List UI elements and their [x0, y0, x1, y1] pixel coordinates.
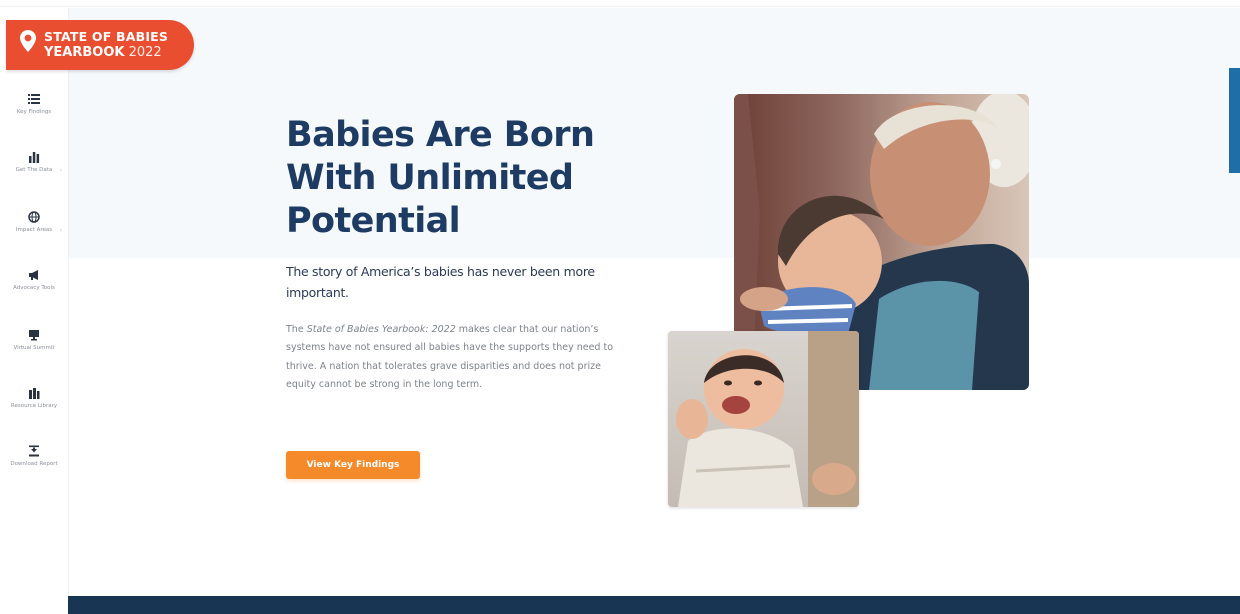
logo-year: 2022: [128, 45, 162, 60]
sidebar-item-get-the-data[interactable]: Get The Data ›: [6, 151, 62, 201]
sidebar-item-virtual-summit[interactable]: Virtual Summit: [6, 329, 62, 379]
sidebar-item-label: Advocacy Tools: [13, 285, 55, 291]
sidebar-item-key-findings[interactable]: Key Findings: [6, 93, 62, 143]
chevron-right-icon: ›: [59, 167, 62, 174]
hero-body: The State of Babies Yearbook: 2022 makes…: [286, 321, 616, 394]
bar-chart-icon: [29, 152, 40, 163]
top-border: [0, 0, 1240, 7]
footer-band: [68, 596, 1240, 614]
sidebar-item-label: Resource Library: [10, 403, 58, 409]
megaphone-icon: [29, 270, 38, 280]
download-icon: [29, 445, 39, 457]
sidebar-item-label: Virtual Summit: [13, 345, 55, 351]
laughing-baby-image: [668, 331, 859, 507]
hero-body-prefix: The: [286, 324, 307, 335]
sidebar-item-advocacy-tools[interactable]: Advocacy Tools: [6, 269, 62, 319]
chevron-right-icon: ›: [59, 227, 62, 234]
laughing-baby-photo: [668, 331, 859, 507]
hero-headline: Babies Are Born With Unlimited Potential: [286, 115, 595, 241]
logo-line1: STATE OF BABIES: [44, 29, 169, 44]
map-pin-icon: [20, 30, 36, 52]
monitor-icon: [29, 330, 39, 341]
globe-icon: [28, 211, 40, 223]
view-key-findings-button[interactable]: View Key Findings: [286, 451, 420, 479]
site-logo[interactable]: STATE OF BABIES YEARBOOK 2022: [6, 20, 194, 70]
list-icon: [28, 94, 40, 104]
logo-yearbook: YEARBOOK: [44, 45, 125, 60]
sidebar-item-label: Impact Areas: [15, 227, 53, 233]
sidebar-item-label: Download Report: [10, 461, 58, 467]
side-feedback-widget[interactable]: [1229, 68, 1240, 173]
hero-body-report-title: State of Babies Yearbook: 2022: [306, 324, 456, 335]
sidebar-item-download-report[interactable]: Download Report: [6, 445, 62, 495]
sidebar-item-impact-areas[interactable]: Impact Areas ›: [6, 211, 62, 261]
logo-line2: YEARBOOK 2022: [44, 45, 162, 61]
sidebar-item-label: Get The Data: [15, 167, 53, 173]
library-icon: [29, 388, 40, 399]
hero-background: [68, 8, 1240, 258]
sidebar-item-label: Key Findings: [16, 109, 52, 115]
sidebar-item-resource-library[interactable]: Resource Library: [6, 387, 62, 437]
hero-subhead: The story of America’s babies has never …: [286, 264, 595, 300]
